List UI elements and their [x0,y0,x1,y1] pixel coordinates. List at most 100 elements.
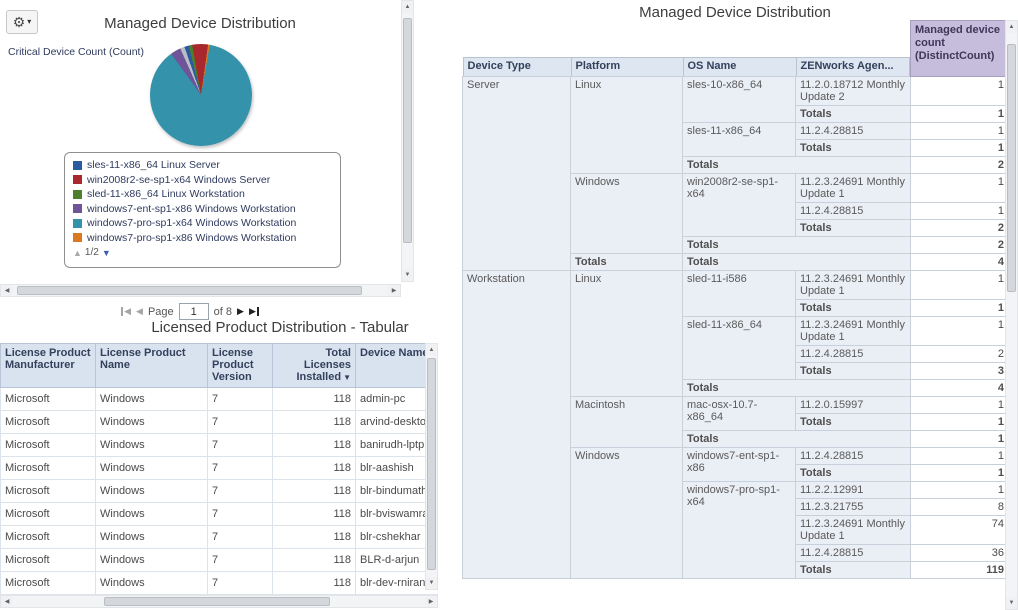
vertical-scrollbar[interactable]: ▲ ▼ [425,343,438,590]
table-row[interactable]: MicrosoftWindows7118blr-cshekhar [1,526,439,549]
table-cell: Windows [96,388,208,411]
table-row[interactable]: MicrosoftWindows7118blr-dev-rniranjan [1,572,439,595]
legend-label: win2008r2-se-sp1-x64 Windows Server [87,174,270,186]
vertical-scrollbar[interactable]: ▲ ▼ [1005,20,1018,610]
legend-swatch [73,190,82,199]
scrollbar-thumb[interactable] [1007,44,1016,292]
horizontal-scrollbar[interactable]: ◀ ▶ [0,284,401,297]
column-header-label: OS Name [683,57,796,76]
column-header[interactable]: OS Name [683,21,796,77]
totals-cell: Totals [796,363,911,380]
pie-measure-label: Critical Device Count (Count) [8,46,144,58]
pie-chart-title: Managed Device Distribution [0,15,400,32]
licensed-table: License Product ManufacturerLicense Prod… [0,343,438,595]
legend-item: sled-11-x86_64 Linux Workstation [73,187,332,202]
column-header[interactable]: License Product Version [208,344,273,388]
pie-chart[interactable] [150,44,252,146]
scrollbar-thumb[interactable] [427,358,436,570]
legend-swatch [73,233,82,242]
table-cell: 11.2.3.21755 [796,499,911,516]
scrollbar-track[interactable] [426,356,437,577]
legend-label: windows7-pro-sp1-x86 Windows Workstation [87,232,296,244]
table-cell: windows7-ent-sp1-x86 [683,448,796,482]
totals-cell: 3 [911,363,1009,380]
scrollbar-track[interactable] [1006,33,1017,597]
scroll-right-icon[interactable]: ▶ [425,596,437,607]
table-cell: Windows [96,503,208,526]
scrollbar-track[interactable] [13,596,425,607]
prev-page-button[interactable]: ◀ [136,307,143,316]
table-row[interactable]: MicrosoftWindows7118blr-bindumathi [1,480,439,503]
table-cell: 1 [911,482,1009,499]
table-cell: sled-11-i586 [683,271,796,317]
scroll-down-icon[interactable]: ▼ [1006,597,1017,609]
table-cell: Microsoft [1,549,96,572]
scrollbar-track[interactable] [13,285,388,296]
scroll-right-icon[interactable]: ▶ [388,285,400,296]
table-row[interactable]: MicrosoftWindows7118banirudh-lptp [1,434,439,457]
table-cell: Microsoft [1,434,96,457]
column-header[interactable]: Total Licenses Installed▼ [273,344,356,388]
first-page-button[interactable]: ◀ [121,307,131,316]
table-cell: Windows [96,549,208,572]
legend-swatch [73,204,82,213]
scroll-left-icon[interactable]: ◀ [1,596,13,607]
legend-next-icon[interactable]: ▼ [102,248,111,258]
totals-cell: 119 [911,562,1009,579]
table-cell: windows7-pro-sp1-x64 [683,482,796,579]
last-page-button[interactable]: ▶ [249,307,259,316]
scroll-down-icon[interactable]: ▼ [402,269,413,281]
column-header[interactable]: Device Type [463,21,571,77]
scroll-up-icon[interactable]: ▲ [426,344,437,356]
legend-item: windows7-pro-sp1-x64 Windows Workstation [73,216,332,231]
scrollbar-thumb[interactable] [403,18,412,243]
table-cell: 11.2.2.12991 [796,482,911,499]
column-header[interactable]: License Product Manufacturer [1,344,96,388]
pie-chart-panel: ⚙ ▾ Managed Device Distribution Critical… [0,0,414,298]
table-cell: 1 [911,203,1009,220]
table-header-row: License Product ManufacturerLicense Prod… [1,344,439,388]
table-cell: 11.2.3.24691 Monthly Update 1 [796,317,911,346]
totals-cell: Totals [683,157,911,174]
legend-item: windows7-pro-sp1-x86 Windows Workstation [73,231,332,246]
column-header[interactable]: License Product Name [96,344,208,388]
totals-cell: Totals [796,300,911,317]
totals-cell: 1 [911,140,1009,157]
table-cell: 8 [911,499,1009,516]
table-cell: 7 [208,549,273,572]
table-cell: 118 [273,434,356,457]
table-cell: Windows [571,174,683,254]
column-header[interactable]: Managed device count (DistinctCount) [911,21,1009,77]
legend-list: sles-11-x86_64 Linux Serverwin2008r2-se-… [73,158,332,245]
scrollbar-track[interactable] [402,13,413,269]
horizontal-scrollbar[interactable]: ◀ ▶ [0,595,438,608]
table-row[interactable]: MicrosoftWindows7118BLR-d-arjun [1,549,439,572]
scroll-left-icon[interactable]: ◀ [1,285,13,296]
table-cell: 7 [208,434,273,457]
legend-prev-icon[interactable]: ▲ [73,248,82,258]
column-header[interactable]: Platform [571,21,683,77]
scrollbar-thumb[interactable] [104,597,331,606]
scroll-up-icon[interactable]: ▲ [402,1,413,13]
table-cell: 118 [273,411,356,434]
table-cell: 11.2.4.28815 [796,203,911,220]
first-page-icon [121,307,123,316]
table-cell: 118 [273,457,356,480]
table-row[interactable]: MicrosoftWindows7118arvind-desktop [1,411,439,434]
next-page-button[interactable]: ▶ [237,307,244,316]
scrollbar-thumb[interactable] [17,286,362,295]
scroll-down-icon[interactable]: ▼ [426,577,437,589]
table-row[interactable]: MicrosoftWindows7118blr-aashish [1,457,439,480]
column-header[interactable]: ZENworks Agen... [796,21,911,77]
totals-cell: Totals [796,562,911,579]
table-cell: 7 [208,388,273,411]
table-row[interactable]: MicrosoftWindows7118admin-pc [1,388,439,411]
table-cell: 7 [208,457,273,480]
table-cell: Server [463,77,571,271]
table-cell: Microsoft [1,503,96,526]
page-input[interactable] [179,303,209,320]
total-pages: 8 [226,306,232,318]
scroll-up-icon[interactable]: ▲ [1006,21,1017,33]
table-row[interactable]: MicrosoftWindows7118blr-bviswamraju [1,503,439,526]
vertical-scrollbar[interactable]: ▲ ▼ [401,0,414,282]
